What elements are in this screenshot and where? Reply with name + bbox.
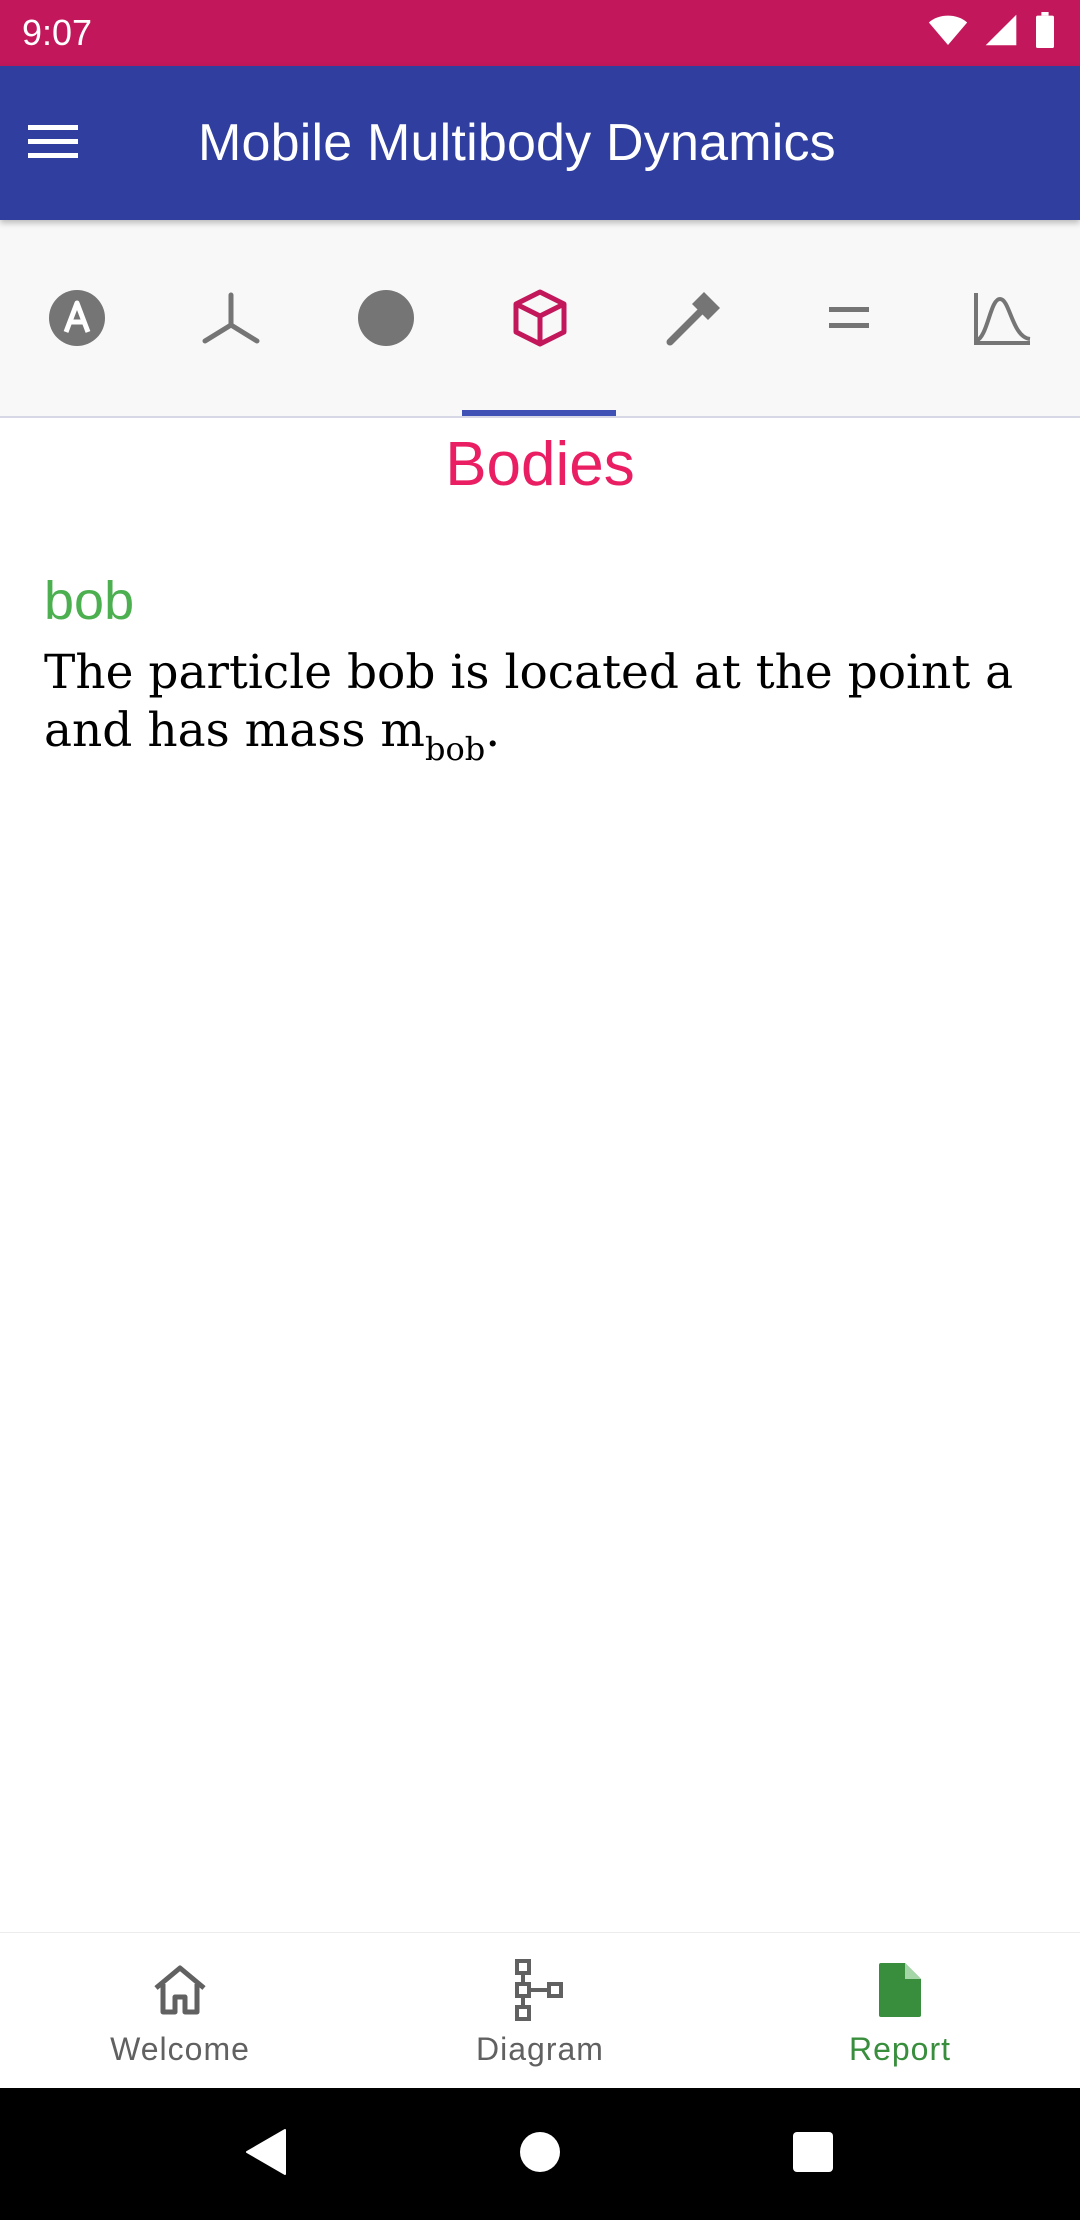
axes-icon	[200, 287, 262, 349]
tab-row	[0, 220, 1080, 418]
body-description-end: .	[485, 703, 501, 758]
tab-equations[interactable]	[771, 220, 925, 416]
bottom-nav: Welcome Diagram Report	[0, 1932, 1080, 2089]
section-title: Bodies	[445, 430, 635, 499]
nav-item-diagram[interactable]: Diagram	[360, 1933, 720, 2089]
wifi-icon	[928, 13, 968, 52]
recents-square-icon	[791, 2130, 835, 2179]
cellular-signal-icon	[984, 13, 1018, 52]
document-icon	[877, 1959, 923, 2021]
tab-forces[interactable]	[617, 220, 771, 416]
hammer-icon	[664, 288, 724, 348]
system-home-button[interactable]	[490, 2104, 590, 2204]
cube-icon	[512, 288, 568, 348]
curve-chart-icon	[972, 289, 1034, 347]
nav-label-diagram: Diagram	[476, 2031, 604, 2067]
equals-icon	[827, 303, 871, 333]
body-description-subscript: bob	[425, 730, 486, 768]
filled-circle-icon	[357, 289, 415, 347]
tab-points[interactable]	[309, 220, 463, 416]
nav-item-report[interactable]: Report	[720, 1933, 1080, 2089]
status-bar: 9:07	[0, 0, 1080, 66]
status-icons	[928, 11, 1056, 53]
menu-button[interactable]	[26, 110, 126, 176]
body-name: bob	[44, 571, 135, 631]
app-title: Mobile Multibody Dynamics	[198, 114, 836, 172]
system-recents-button[interactable]	[763, 2104, 863, 2204]
app-screen: 9:07 Mobile Multibody Dynamics Bodies bo…	[0, 0, 1080, 2220]
diagram-icon	[515, 1959, 565, 2021]
body-description-text: The particle bob is located at the point…	[44, 645, 1014, 758]
circle-a-icon	[48, 289, 106, 347]
menu-icon	[26, 121, 80, 166]
home-circle-icon	[518, 2130, 562, 2179]
selected-tab-indicator	[462, 410, 616, 416]
nav-item-welcome[interactable]: Welcome	[0, 1933, 360, 2089]
tab-bodies[interactable]	[463, 220, 617, 416]
status-time: 9:07	[22, 12, 93, 53]
tab-frames[interactable]	[154, 220, 308, 416]
body-description: The particle bob is located at the point…	[44, 644, 1054, 765]
battery-icon	[1034, 11, 1056, 53]
tab-plots[interactable]	[926, 220, 1080, 416]
system-back-button[interactable]	[217, 2104, 317, 2204]
app-bar: Mobile Multibody Dynamics	[0, 66, 1080, 220]
nav-label-report: Report	[848, 2031, 952, 2067]
nav-label-welcome: Welcome	[110, 2031, 250, 2067]
home-icon	[152, 1959, 208, 2021]
back-triangle-icon	[245, 2128, 289, 2181]
tab-a[interactable]	[0, 220, 154, 416]
system-nav-bar	[0, 2088, 1080, 2220]
